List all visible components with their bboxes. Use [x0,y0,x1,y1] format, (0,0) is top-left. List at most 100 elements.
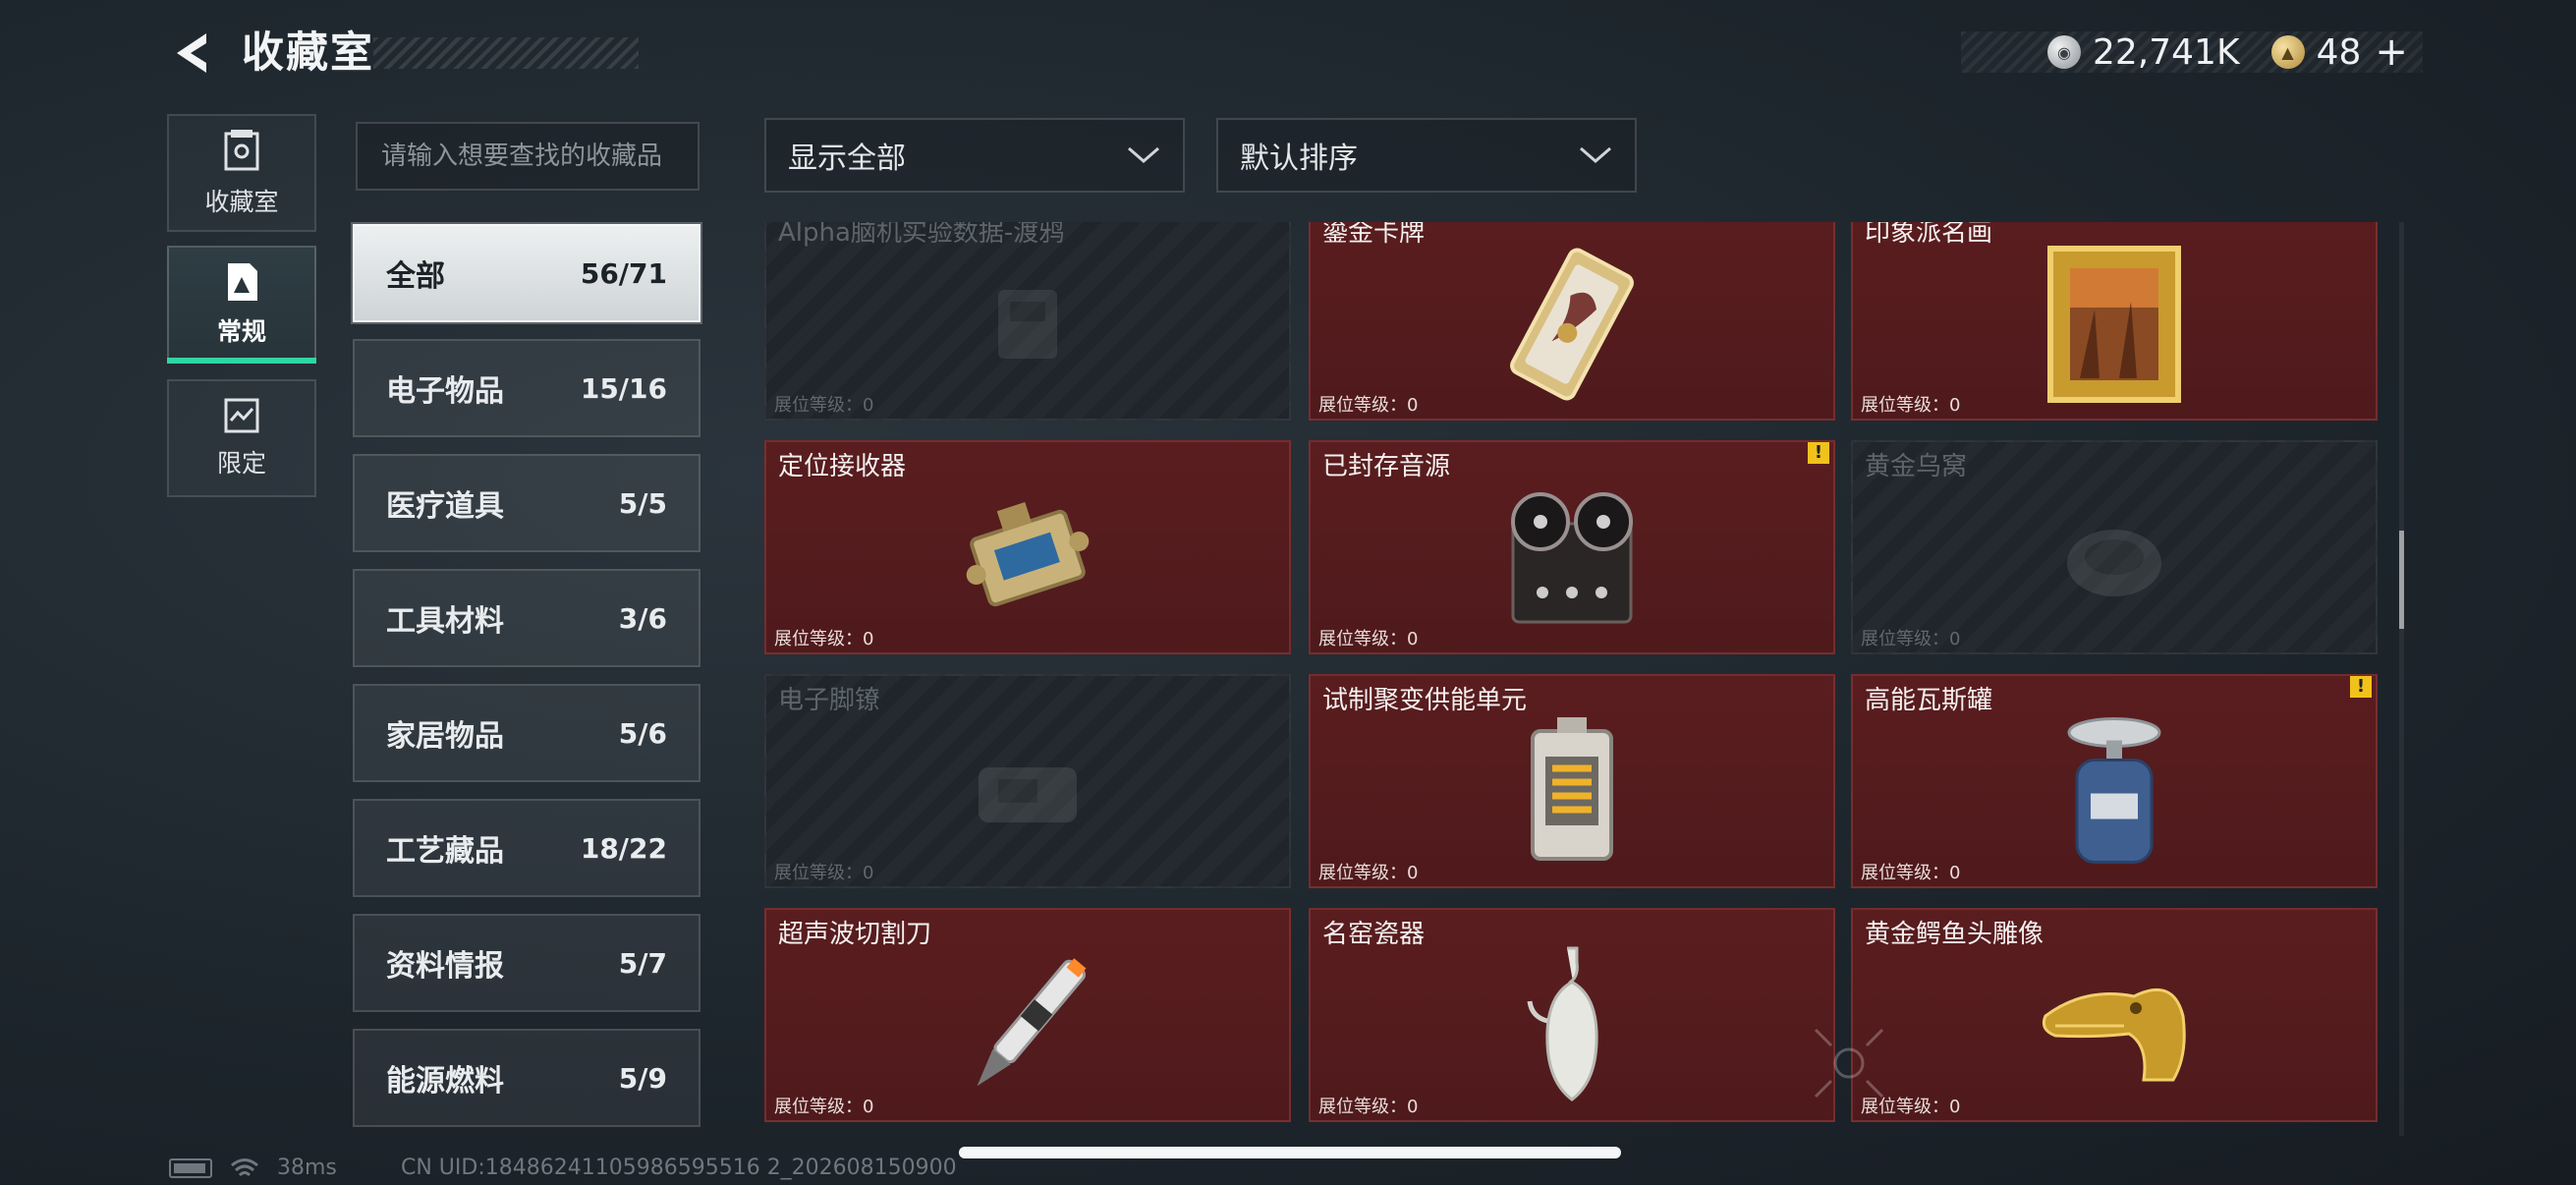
item-card-sealed-audio[interactable]: 已封存音源 ! 展位等级：0 [1309,440,1835,654]
chevron-down-icon [1580,146,1611,163]
item-name: 印象派名画 [1865,222,1993,248]
back-arrow-icon [177,33,206,73]
reel-recorder-icon [1493,484,1651,636]
page-title: 收藏室 [242,28,374,78]
item-name: 已封存音源 [1322,452,1451,481]
collection-icon [224,130,259,171]
item-card-fusion-cell[interactable]: 试制聚变供能单元 展位等级：0 [1309,674,1835,888]
category-count: 3/6 [618,601,667,635]
nav-active-indicator [167,358,316,364]
filter-dropdown[interactable]: 显示全部 [764,118,1185,193]
ping-text: 38ms [277,1156,337,1180]
item-level: 展位等级：0 [1318,629,1419,649]
category-electronics[interactable]: 电子物品 15/16 [353,339,700,437]
item-level: 展位等级：0 [1318,863,1419,883]
category-all[interactable]: 全部 56/71 [353,224,700,322]
chevron-down-icon [1128,146,1159,163]
nav-tab-label: 收藏室 [204,188,279,216]
sort-dropdown[interactable]: 默认排序 [1216,118,1637,193]
item-card-ankle-monitor[interactable]: 电子脚镣 展位等级：0 [764,674,1291,888]
painting-icon [2041,241,2188,412]
nav-tab-collection[interactable]: 收藏室 [167,114,316,232]
category-name: 能源燃料 [386,1064,504,1099]
locator-receiver-icon [944,489,1111,631]
item-card-gold-crocodile[interactable]: 黄金鳄鱼头雕像 展位等级：0 [1851,908,2378,1122]
category-name: 全部 [386,259,445,294]
nav-tab-limited[interactable]: 限定 [167,379,316,497]
reticle-icon [1814,1028,1884,1099]
category-count: 5/9 [618,1061,667,1095]
category-name: 医疗道具 [386,489,504,524]
alert-badge: ! [2350,676,2372,698]
back-button[interactable] [167,28,214,79]
regular-icon [228,263,257,301]
token-icon: ▲ [2270,35,2305,69]
item-card-alpha-data[interactable]: Alpha脑机实验数据-渡鸦 展位等级：0 [764,222,1291,421]
item-card-locator-receiver[interactable]: 定位接收器 展位等级：0 [764,440,1291,654]
item-grid: Alpha脑机实验数据-渡鸦 展位等级：0 鎏金卡牌 展位等级：0 印象派名画 [764,222,2385,1136]
gas-canister-icon [2055,710,2173,876]
item-card-impressionist-painting[interactable]: 印象派名画 展位等级：0 [1851,222,2378,421]
uid-text: CN UID:18486241105986595516 2_2026081509… [401,1156,957,1180]
category-intel[interactable]: 资料情报 5/7 [353,914,700,1012]
category-crafts[interactable]: 工艺藏品 18/22 [353,799,700,897]
category-count: 56/71 [580,256,667,290]
limited-icon [224,398,259,433]
item-card-porcelain[interactable]: 名窑瓷器 展位等级：0 [1309,908,1835,1122]
item-name: 黄金乌窝 [1865,452,1968,481]
nav-tab-regular[interactable]: 常规 [167,246,316,364]
ultrasonic-knife-icon [949,942,1106,1113]
sort-value: 默认排序 [1240,141,1358,176]
item-level: 展位等级：0 [774,863,874,883]
item-name: Alpha脑机实验数据-渡鸦 [778,222,1065,248]
category-name: 工艺藏品 [386,834,504,869]
ankle-monitor-icon [959,738,1096,850]
category-name: 工具材料 [386,604,504,639]
item-name: 黄金鳄鱼头雕像 [1865,920,2044,949]
item-card-gas-canister[interactable]: 高能瓦斯罐 ! 展位等级：0 [1851,674,2378,888]
alert-badge: ! [1808,442,1829,464]
item-name: 鎏金卡牌 [1322,222,1426,248]
category-name: 家居物品 [386,719,504,754]
wifi-icon [231,1157,258,1176]
category-tools[interactable]: 工具材料 3/6 [353,569,700,667]
category-count: 18/22 [580,831,667,865]
gilded-card-icon [1508,241,1636,412]
category-household[interactable]: 家居物品 5/6 [353,684,700,782]
category-fuel[interactable]: 能源燃料 5/9 [353,1029,700,1127]
item-level: 展位等级：0 [774,395,874,416]
item-card-golden-nest[interactable]: 黄金乌窝 展位等级：0 [1851,440,2378,654]
category-name: 电子物品 [386,374,504,409]
category-medical[interactable]: 医疗道具 5/5 [353,454,700,552]
item-name: 定位接收器 [778,452,907,481]
search-input[interactable]: 请输入想要查找的收藏品 [356,122,700,191]
nav-tab-label: 常规 [216,317,266,346]
category-name: 资料情报 [386,949,504,984]
title-decoration [373,37,639,69]
gold-crocodile-icon [2026,957,2203,1099]
item-card-ultrasonic-knife[interactable]: 超声波切割刀 展位等级：0 [764,908,1291,1122]
category-count: 5/7 [618,946,667,980]
category-count: 15/16 [580,371,667,405]
scrollbar-thumb[interactable] [2399,531,2404,629]
item-name: 电子脚镣 [778,686,881,715]
item-level: 展位等级：0 [774,629,874,649]
item-level: 展位等级：0 [1318,1097,1419,1117]
filter-value: 显示全部 [788,141,906,176]
nav-tab-label: 限定 [216,449,266,478]
item-level: 展位等级：0 [1861,395,1961,416]
item-name: 超声波切割刀 [778,920,932,949]
coin-icon: ◉ [2047,35,2081,69]
category-count: 5/5 [618,486,667,520]
scrollbar-track[interactable] [2399,222,2404,1136]
item-level: 展位等级：0 [1861,863,1961,883]
item-name: 高能瓦斯罐 [1865,686,1993,715]
currency-bar: ◉ 22,741K ▲ 48 + [1961,29,2423,75]
item-card-gilded-card[interactable]: 鎏金卡牌 展位等级：0 [1309,222,1835,421]
item-level: 展位等级：0 [774,1097,874,1117]
item-name: 试制聚变供能单元 [1322,686,1528,715]
fusion-cell-icon [1508,713,1636,875]
add-token-button[interactable]: + [2375,29,2408,75]
battery-icon [169,1157,212,1178]
home-indicator[interactable] [959,1147,1621,1158]
